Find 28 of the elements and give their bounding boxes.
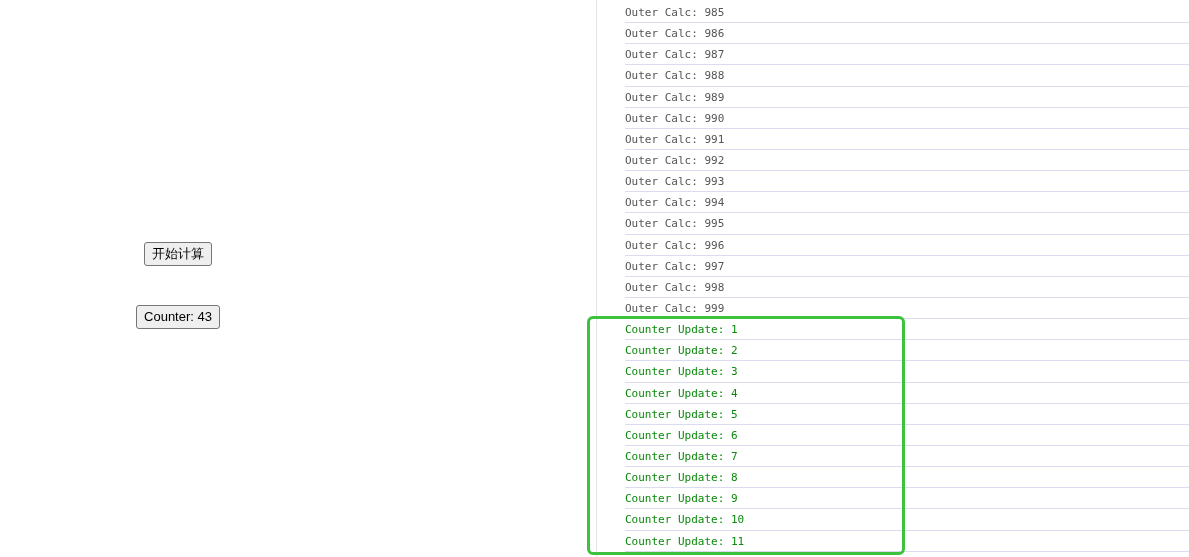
console-message: Outer Calc: 998 bbox=[625, 276, 1189, 298]
console-message: Outer Calc: 990 bbox=[625, 107, 1189, 129]
console-message: Outer Calc: 999 bbox=[625, 297, 1189, 320]
console-message: Outer Calc: 993 bbox=[625, 171, 1189, 193]
console-message: Outer Calc: 996 bbox=[625, 234, 1189, 256]
console-message: Counter Update: 5 bbox=[625, 403, 1189, 425]
console-message: Outer Calc: 992 bbox=[625, 150, 1189, 172]
console-message: Outer Calc: 997 bbox=[625, 255, 1189, 277]
console-message: Counter Update: 10 bbox=[625, 509, 1189, 531]
console-message: Outer Calc: 994 bbox=[625, 192, 1189, 214]
console-message: Outer Calc: 987 bbox=[625, 44, 1189, 66]
console-message: Outer Calc: 988 bbox=[625, 65, 1189, 87]
console-message: Counter Update: 4 bbox=[625, 382, 1189, 404]
console-message: Outer Calc: 989 bbox=[625, 86, 1189, 108]
console-message: Counter Update: 1 bbox=[625, 319, 1189, 341]
console-message: Outer Calc: 986 bbox=[625, 23, 1189, 45]
console-message: Outer Calc: 985 bbox=[625, 2, 1189, 24]
console-message: Counter Update: 11 bbox=[625, 530, 1189, 552]
console-message: Counter Update: 2 bbox=[625, 340, 1189, 362]
page-button[interactable]: 开始计算 bbox=[144, 242, 212, 266]
console-message: Outer Calc: 991 bbox=[625, 128, 1189, 150]
console-message: Counter Update: 7 bbox=[625, 445, 1189, 468]
console-message: Outer Calc: 995 bbox=[625, 213, 1189, 235]
page-button[interactable]: Counter: 43 bbox=[136, 305, 220, 329]
console-message: Counter Update: 6 bbox=[625, 424, 1189, 446]
console-message: Counter Update: 3 bbox=[625, 361, 1189, 383]
console-message: Counter Update: 8 bbox=[625, 467, 1189, 489]
console-message: Counter Update: 9 bbox=[625, 488, 1189, 510]
